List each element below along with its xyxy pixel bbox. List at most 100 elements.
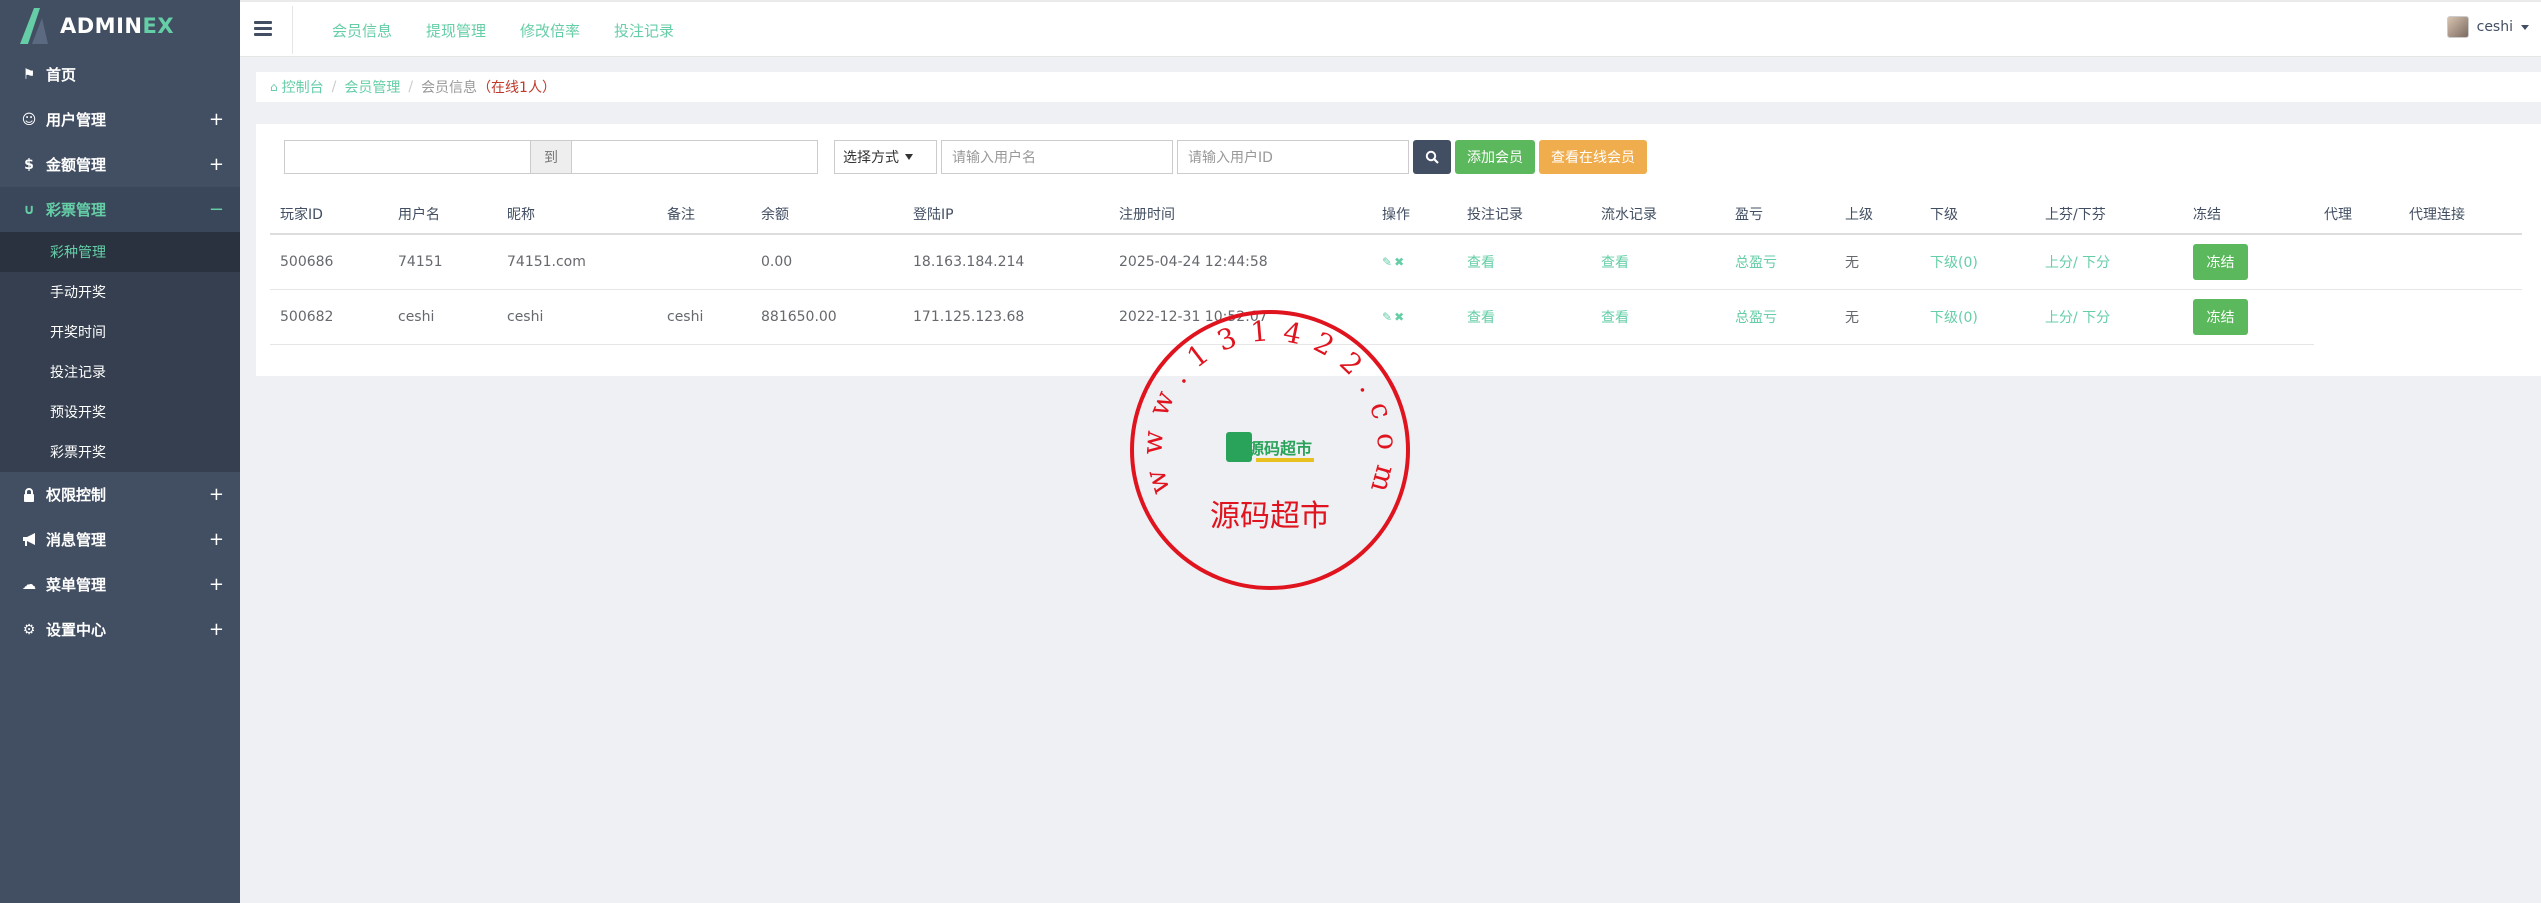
deduct-points-link[interactable]: / 下分 [2073,310,2110,326]
watermark-logo-text: 源码超市 [1248,439,1312,458]
cell-note [657,234,751,290]
logo-text-ex: EX [142,14,175,38]
sidebar-item-menus[interactable]: ☁ 菜单管理 + [0,562,240,607]
submenu-item-manual-draw[interactable]: 手动开奖 [0,272,240,312]
search-button[interactable] [1413,140,1451,174]
view-online-button[interactable]: 查看在线会员 [1539,140,1647,174]
cell-parent: 无 [1835,289,1920,345]
submenu-item-draw-time[interactable]: 开奖时间 [0,312,240,352]
sidebar-item-permissions[interactable]: 权限控制 + [0,472,240,517]
date-end-input[interactable] [571,140,818,174]
col-freeze: 冻结 [2183,194,2314,235]
col-login-ip: 登陆IP [903,194,1109,235]
expand-icon: + [208,529,224,550]
cell-agent-link [2399,234,2522,290]
avatar [2446,16,2469,38]
sidebar-item-label: 设置中心 [46,621,107,639]
col-note: 备注 [657,194,751,235]
lottery-submenu: 彩种管理 手动开奖 开奖时间 投注记录 预设开奖 彩票开奖 [0,232,240,472]
cell-freeze: 冻结 [2183,289,2314,345]
sidebar: ADMINEX ⚑ 首页 ☺ 用户管理 + $ 金额管理 + ∪ 彩票管理 − 彩种管理 手动… [0,0,240,903]
sidebar-nav: ⚑ 首页 ☺ 用户管理 + $ 金额管理 + ∪ 彩票管理 − 彩种管理 手动开奖 开奖时间 … [0,52,240,652]
view-flow-link[interactable]: 查看 [1591,234,1725,290]
logo-text-admin: ADMIN [60,14,143,38]
col-parent: 上级 [1835,194,1920,235]
sidebar-item-home[interactable]: ⚑ 首页 [0,52,240,97]
expand-icon: + [208,574,224,595]
sidebar-item-label: 权限控制 [46,486,107,504]
cell-player-id: 500686 [270,234,388,290]
add-member-button[interactable]: 添加会员 [1455,140,1535,174]
freeze-button[interactable]: 冻结 [2193,243,2248,280]
expand-icon: + [208,109,224,130]
submenu-item-preset-draw[interactable]: 预设开奖 [0,392,240,432]
cell-agent [2314,289,2399,344]
sidebar-item-label: 用户管理 [46,111,107,129]
view-bets-link[interactable]: 查看 [1457,234,1591,290]
watermark-bottom-text: 源码超市 [1210,499,1330,534]
date-range-separator: 到 [531,140,571,174]
total-pnl-link[interactable]: 总盈亏 [1725,234,1835,290]
col-reg-time: 注册时间 [1109,194,1372,235]
top-header: 会员信息 提现管理 修改倍率 投注记录 ceshi [240,0,2541,57]
children-link[interactable]: 下级(0) [1920,289,2035,345]
breadcrumb: ⌂ 控制台 / 会员管理 / 会员信息 （在线1人） [256,72,2541,102]
cell-login-ip: 171.125.123.68 [903,289,1109,345]
sidebar-item-settings[interactable]: ⚙ 设置中心 + [0,607,240,652]
search-icon [1425,150,1439,164]
sidebar-item-messages[interactable]: 消息管理 + [0,517,240,562]
cell-balance: 881650.00 [751,289,903,345]
chevron-down-icon [905,154,913,160]
col-player-id: 玩家ID [270,194,388,235]
cell-parent: 无 [1835,234,1920,290]
submenu-item-lottery-types[interactable]: 彩种管理 [0,232,240,272]
magnet-icon: ∪ [23,201,35,218]
breadcrumb-section[interactable]: 会员管理 [344,77,400,97]
col-balance: 余额 [751,194,903,235]
cell-username: 74151 [388,234,497,290]
deduct-points-link[interactable]: / 下分 [2073,255,2110,271]
breadcrumb-home[interactable]: 控制台 [282,77,324,97]
watermark-stamp: w w w . 1 3 1 4 2 2 . c o m 源码超市 源码超市 [1128,308,1412,592]
sidebar-item-label: 金额管理 [46,156,107,174]
breadcrumb-current: 会员信息 [421,80,478,96]
total-pnl-link[interactable]: 总盈亏 [1725,289,1835,345]
submenu-item-lottery-draw[interactable]: 彩票开奖 [0,432,240,472]
cell-username: ceshi [388,289,497,345]
svg-text:w w w . 1 3 1 4 2 2 . c o m: w w w . 1 3 1 4 2 2 . c o m [1135,314,1404,498]
top-menu-withdraw[interactable]: 提现管理 [426,20,486,41]
sidebar-item-users[interactable]: ☺ 用户管理 + [0,97,240,142]
cell-agent-link [2399,289,2522,344]
user-menu[interactable]: ceshi [2446,16,2529,38]
view-flow-link[interactable]: 查看 [1591,289,1725,345]
search-mode-select[interactable]: 选择方式 [834,140,937,174]
cell-agent [2314,234,2399,290]
delete-icon[interactable]: ✖ [1394,255,1404,269]
sidebar-item-lottery[interactable]: ∪ 彩票管理 − [0,187,240,232]
logo[interactable]: ADMINEX [0,0,240,52]
smile-icon: ☺ [21,111,37,128]
edit-icon[interactable]: ✎ [1382,255,1392,269]
collapse-icon: − [208,199,224,220]
freeze-button[interactable]: 冻结 [2193,298,2248,335]
top-menu-edit-odds[interactable]: 修改倍率 [520,20,580,41]
top-menu-bet-records[interactable]: 投注记录 [614,20,674,41]
username-input[interactable]: 请输入用户名 [941,140,1173,174]
userid-input[interactable]: 请输入用户ID [1177,140,1409,174]
view-bets-link[interactable]: 查看 [1457,289,1591,345]
col-flow-records: 流水记录 [1591,194,1725,235]
add-points-link[interactable]: 上分 [2045,310,2073,326]
top-menu-member-info[interactable]: 会员信息 [332,20,392,41]
cloud-icon: ☁ [22,576,36,593]
date-start-input[interactable] [284,140,531,174]
sidebar-item-money[interactable]: $ 金额管理 + [0,142,240,187]
children-link[interactable]: 下级(0) [1920,234,2035,290]
add-points-link[interactable]: 上分 [2045,255,2073,271]
col-actions: 操作 [1372,194,1457,235]
hamburger-menu-icon[interactable] [254,21,272,36]
user-name: ceshi [2476,19,2513,35]
cell-player-id: 500682 [270,289,388,345]
col-up-down: 上芬/下芬 [2035,194,2183,235]
submenu-item-bet-records[interactable]: 投注记录 [0,352,240,392]
watermark-ring-text: w w w . 1 3 1 4 2 2 . c o m [1135,314,1402,498]
